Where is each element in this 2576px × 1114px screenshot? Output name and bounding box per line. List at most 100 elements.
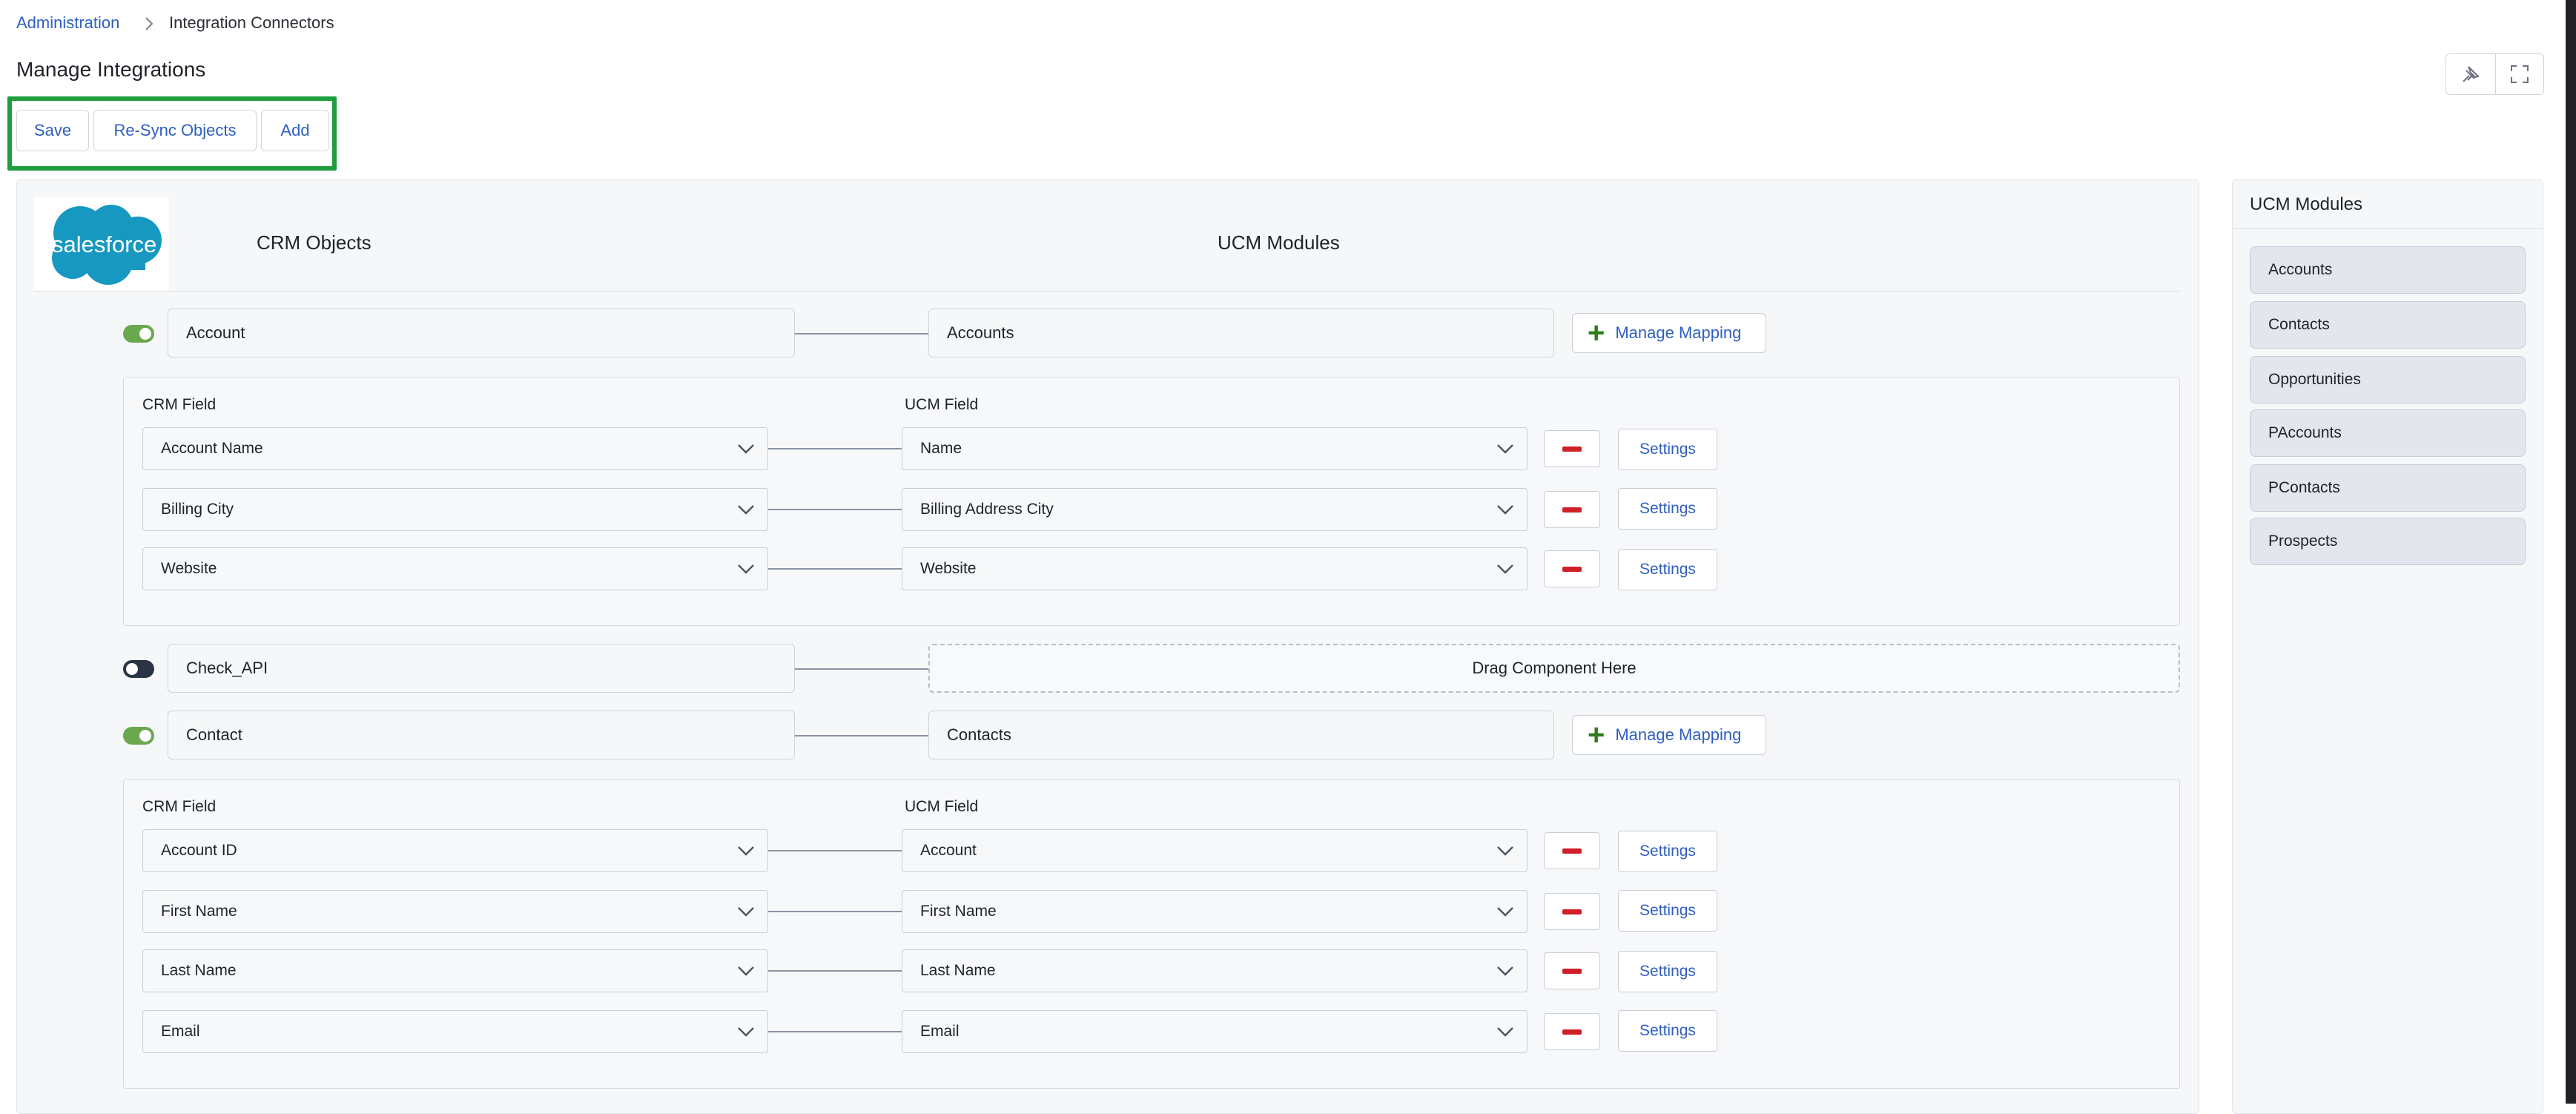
ucm-field-value: First Name xyxy=(920,903,997,920)
crm-field-select[interactable]: Email xyxy=(142,1010,768,1053)
manage-mapping-label: Manage Mapping xyxy=(1615,323,1742,342)
module-item-prospects[interactable]: Prospects xyxy=(2250,518,2526,565)
field-connector xyxy=(768,448,902,449)
add-button[interactable]: Add xyxy=(261,110,329,151)
minus-icon xyxy=(1562,446,1582,452)
salesforce-logo: salesforce xyxy=(34,197,169,291)
contact-toggle[interactable] xyxy=(123,727,154,745)
field-connector xyxy=(768,970,902,972)
ucm-field-select[interactable]: Last Name xyxy=(902,949,1528,992)
remove-field-button[interactable] xyxy=(1544,550,1600,587)
crm-field-value: Billing City xyxy=(161,501,234,518)
settings-button[interactable]: Settings xyxy=(1618,488,1717,530)
breadcrumb-administration-link[interactable]: Administration xyxy=(16,13,119,33)
crm-field-header: CRM Field xyxy=(142,396,217,413)
crm-field-value: Account ID xyxy=(161,842,237,859)
crm-field-select[interactable]: First Name xyxy=(142,890,768,933)
mapping-connector xyxy=(795,668,928,670)
chevron-down-icon xyxy=(738,444,754,454)
side-divider xyxy=(2232,228,2543,229)
ucm-field-select[interactable]: First Name xyxy=(902,890,1528,933)
account-toggle[interactable] xyxy=(123,325,154,343)
crm-field-select[interactable]: Billing City xyxy=(142,488,768,531)
module-item-opportunities[interactable]: Opportunities xyxy=(2250,356,2526,403)
ucm-field-value: Email xyxy=(920,1023,960,1040)
settings-button[interactable]: Settings xyxy=(1618,831,1717,872)
chevron-down-icon xyxy=(1497,505,1513,515)
crm-field-select[interactable]: Account Name xyxy=(142,427,768,470)
ucm-modules-title: UCM Modules xyxy=(2250,194,2363,214)
remove-field-button[interactable] xyxy=(1544,832,1600,869)
crm-field-select[interactable]: Website xyxy=(142,547,768,590)
minus-icon xyxy=(1562,848,1582,854)
minus-icon xyxy=(1562,968,1582,974)
crm-field-value: Account Name xyxy=(161,440,263,457)
settings-button[interactable]: Settings xyxy=(1618,549,1717,590)
mapping-connector xyxy=(795,333,928,334)
settings-button[interactable]: Settings xyxy=(1618,890,1717,932)
crm-object-contact[interactable]: Contact xyxy=(168,711,795,759)
ucm-modules-header: UCM Modules xyxy=(1218,231,1340,254)
manage-mapping-button[interactable]: + Manage Mapping xyxy=(1572,313,1766,353)
field-connector xyxy=(768,509,902,510)
ucm-field-select[interactable]: Billing Address City xyxy=(902,488,1528,531)
plus-icon: + xyxy=(1588,317,1605,349)
crm-field-value: Website xyxy=(161,560,217,577)
field-connector xyxy=(768,911,902,912)
manage-mapping-button[interactable]: + Manage Mapping xyxy=(1572,715,1766,755)
ucm-field-select[interactable]: Account xyxy=(902,829,1528,872)
drop-zone[interactable]: Drag Component Here xyxy=(928,644,2180,693)
ucm-field-value: Billing Address City xyxy=(920,501,1054,518)
crm-field-value: Email xyxy=(161,1023,200,1040)
resync-objects-button[interactable]: Re-Sync Objects xyxy=(93,110,257,151)
crm-object-account[interactable]: Account xyxy=(168,309,795,357)
ucm-field-header: UCM Field xyxy=(905,798,979,815)
chevron-down-icon xyxy=(1497,444,1513,454)
field-connector xyxy=(768,850,902,851)
remove-field-button[interactable] xyxy=(1544,952,1600,989)
settings-button[interactable]: Settings xyxy=(1618,951,1717,992)
ucm-field-value: Name xyxy=(920,440,962,457)
module-item-accounts[interactable]: Accounts xyxy=(2250,246,2526,294)
manage-mapping-label: Manage Mapping xyxy=(1615,725,1742,744)
chevron-down-icon xyxy=(738,846,754,856)
chevron-down-icon xyxy=(1497,1027,1513,1037)
ucm-field-value: Last Name xyxy=(920,962,996,979)
settings-button[interactable]: Settings xyxy=(1618,429,1717,470)
ucm-module-contacts[interactable]: Contacts xyxy=(928,711,1554,759)
chevron-right-icon xyxy=(145,17,153,30)
ucm-field-header: UCM Field xyxy=(905,396,979,413)
ucm-field-select[interactable]: Name xyxy=(902,427,1528,470)
crm-field-select[interactable]: Account ID xyxy=(142,829,768,872)
pin-button[interactable] xyxy=(2445,53,2496,95)
ucm-field-value: Account xyxy=(920,842,977,859)
field-connector xyxy=(768,568,902,570)
chevron-down-icon xyxy=(1497,564,1513,574)
remove-field-button[interactable] xyxy=(1544,430,1600,467)
save-button[interactable]: Save xyxy=(16,110,89,151)
fullscreen-button[interactable] xyxy=(2495,53,2544,95)
module-item-pcontacts[interactable]: PContacts xyxy=(2250,464,2526,512)
chevron-down-icon xyxy=(738,966,754,976)
remove-field-button[interactable] xyxy=(1544,491,1600,528)
crm-field-select[interactable]: Last Name xyxy=(142,949,768,992)
remove-field-button[interactable] xyxy=(1544,1013,1600,1050)
ucm-field-select[interactable]: Email xyxy=(902,1010,1528,1053)
crm-object-check-api[interactable]: Check_API xyxy=(168,644,795,693)
chevron-down-icon xyxy=(738,1027,754,1037)
chevron-down-icon xyxy=(1497,966,1513,976)
chevron-down-icon xyxy=(738,907,754,917)
crm-field-value: Last Name xyxy=(161,962,237,979)
minus-icon xyxy=(1562,1029,1582,1035)
ucm-module-accounts[interactable]: Accounts xyxy=(928,309,1554,357)
ucm-field-select[interactable]: Website xyxy=(902,547,1528,590)
chevron-down-icon xyxy=(738,564,754,574)
remove-field-button[interactable] xyxy=(1544,893,1600,930)
breadcrumb: Administration Integration Connectors xyxy=(16,12,461,36)
module-item-contacts[interactable]: Contacts xyxy=(2250,301,2526,349)
mapping-connector xyxy=(795,735,928,736)
check-api-toggle[interactable] xyxy=(123,660,154,678)
window-scrollbar[interactable] xyxy=(2566,0,2576,1104)
module-item-paccounts[interactable]: PAccounts xyxy=(2250,409,2526,457)
settings-button[interactable]: Settings xyxy=(1618,1010,1717,1052)
